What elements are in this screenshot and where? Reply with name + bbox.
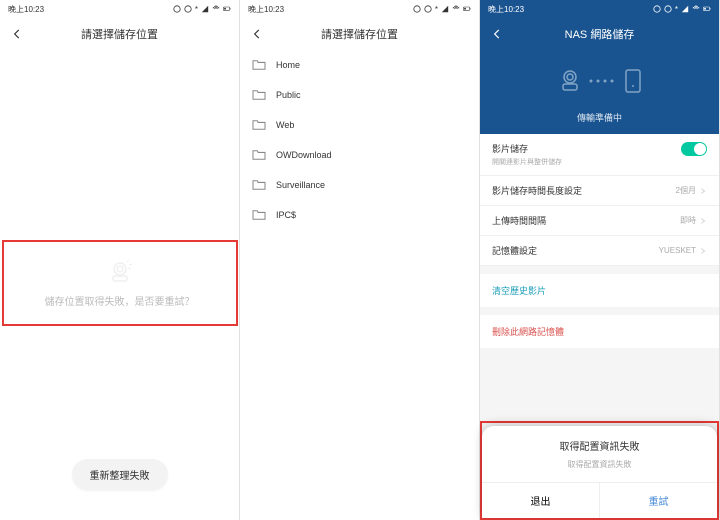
toggle-on[interactable] xyxy=(681,142,707,156)
folder-label: Web xyxy=(276,120,294,130)
screen-3-header: 晚上10:23 * NAS 網路儲存 傳輸準備中 xyxy=(480,0,719,134)
folder-label: OWDownload xyxy=(276,150,332,160)
screen-1: 晚上10:23 * 請選擇儲存位置 儲存位置取得失敗，是否要重試？ 重新整理失敗 xyxy=(0,0,240,520)
folder-label: Home xyxy=(276,60,300,70)
setting-value: 2個月 xyxy=(676,185,696,196)
folder-list: Home Public Web OWDownload Surveillance … xyxy=(240,50,479,520)
setting-label: 記憶體設定 xyxy=(492,244,537,257)
status-time: 晚上10:23 xyxy=(8,4,44,15)
status-icons: * xyxy=(413,5,471,14)
sheet-title: 取得配置資訊失敗 xyxy=(482,438,717,453)
retry-button[interactable]: 重試 xyxy=(599,483,717,518)
back-button[interactable] xyxy=(250,18,264,50)
status-time: 晚上10:23 xyxy=(248,4,284,15)
clear-history-link[interactable]: 清空歷史影片 xyxy=(480,274,719,307)
bottom-sheet-highlight: 取得配置資訊失敗 取得配置資訊失敗 退出 重試 xyxy=(480,421,719,520)
status-time: 晚上10:23 xyxy=(488,4,524,15)
dots-icon xyxy=(588,78,618,84)
setting-label: 影片儲存時間長度設定 xyxy=(492,184,582,197)
status-bar: 晚上10:23 * xyxy=(480,0,719,18)
page-title: 請選擇儲存位置 xyxy=(321,26,398,42)
setting-label: 影片儲存 xyxy=(492,142,562,155)
folder-item[interactable]: IPC$ xyxy=(240,200,479,230)
back-button[interactable] xyxy=(490,18,504,50)
setting-video-storage[interactable]: 影片儲存 開關連影片與整併儲存 xyxy=(480,134,719,176)
chevron-right-icon xyxy=(699,247,707,255)
folder-item[interactable]: OWDownload xyxy=(240,140,479,170)
transfer-illustration xyxy=(480,50,719,111)
title-bar: 請選擇儲存位置 xyxy=(0,18,239,50)
refresh-fail-button[interactable]: 重新整理失敗 xyxy=(72,459,168,490)
setting-subtitle: 開關連影片與整併儲存 xyxy=(492,157,562,167)
folder-label: Public xyxy=(276,90,301,100)
status-bar: 晚上10:23 * xyxy=(0,0,239,18)
folder-label: IPC$ xyxy=(276,210,296,220)
status-icons: * xyxy=(173,5,231,14)
camera-illustration xyxy=(105,259,135,285)
screen-3: 晚上10:23 * NAS 網路儲存 傳輸準備中 影片儲 xyxy=(480,0,720,520)
status-bar: 晚上10:23 * xyxy=(240,0,479,18)
setting-value: YUESKET xyxy=(659,246,696,255)
error-message: 儲存位置取得失敗，是否要重試？ xyxy=(45,293,195,308)
status-icons: * xyxy=(653,5,711,14)
transfer-status: 傳輸準備中 xyxy=(480,111,719,134)
folder-item[interactable]: Surveillance xyxy=(240,170,479,200)
screen-2: 晚上10:23 * 請選擇儲存位置 Home Public Web OWDown… xyxy=(240,0,480,520)
nas-icon xyxy=(624,68,642,94)
setting-upload-interval[interactable]: 上傳時間間隔 即時 xyxy=(480,206,719,236)
exit-button[interactable]: 退出 xyxy=(482,483,599,518)
setting-duration[interactable]: 影片儲存時間長度設定 2個月 xyxy=(480,176,719,206)
title-bar: 請選擇儲存位置 xyxy=(240,18,479,50)
error-highlight: 儲存位置取得失敗，是否要重試？ xyxy=(2,240,238,326)
settings-list: 影片儲存 開關連影片與整併儲存 影片儲存時間長度設定 2個月 上傳時間間隔 即時… xyxy=(480,134,719,348)
setting-value: 即時 xyxy=(680,215,696,226)
folder-item[interactable]: Web xyxy=(240,110,479,140)
sheet-subtitle: 取得配置資訊失敗 xyxy=(482,459,717,470)
folder-item[interactable]: Public xyxy=(240,80,479,110)
title-bar: NAS 網路儲存 xyxy=(480,18,719,50)
back-button[interactable] xyxy=(10,18,24,50)
screen-1-body: 儲存位置取得失敗，是否要重試？ 重新整理失敗 xyxy=(0,50,239,520)
setting-label: 上傳時間間隔 xyxy=(492,214,546,227)
delete-storage-link[interactable]: 刪除此網路記憶體 xyxy=(480,315,719,348)
page-title: NAS 網路儲存 xyxy=(565,26,635,42)
chevron-right-icon xyxy=(699,217,707,225)
page-title: 請選擇儲存位置 xyxy=(81,26,158,42)
bottom-sheet: 取得配置資訊失敗 取得配置資訊失敗 退出 重試 xyxy=(482,426,717,518)
setting-device[interactable]: 記憶體設定 YUESKET xyxy=(480,236,719,266)
chevron-right-icon xyxy=(699,187,707,195)
folder-item[interactable]: Home xyxy=(240,50,479,80)
folder-label: Surveillance xyxy=(276,180,325,190)
camera-icon xyxy=(558,68,582,94)
